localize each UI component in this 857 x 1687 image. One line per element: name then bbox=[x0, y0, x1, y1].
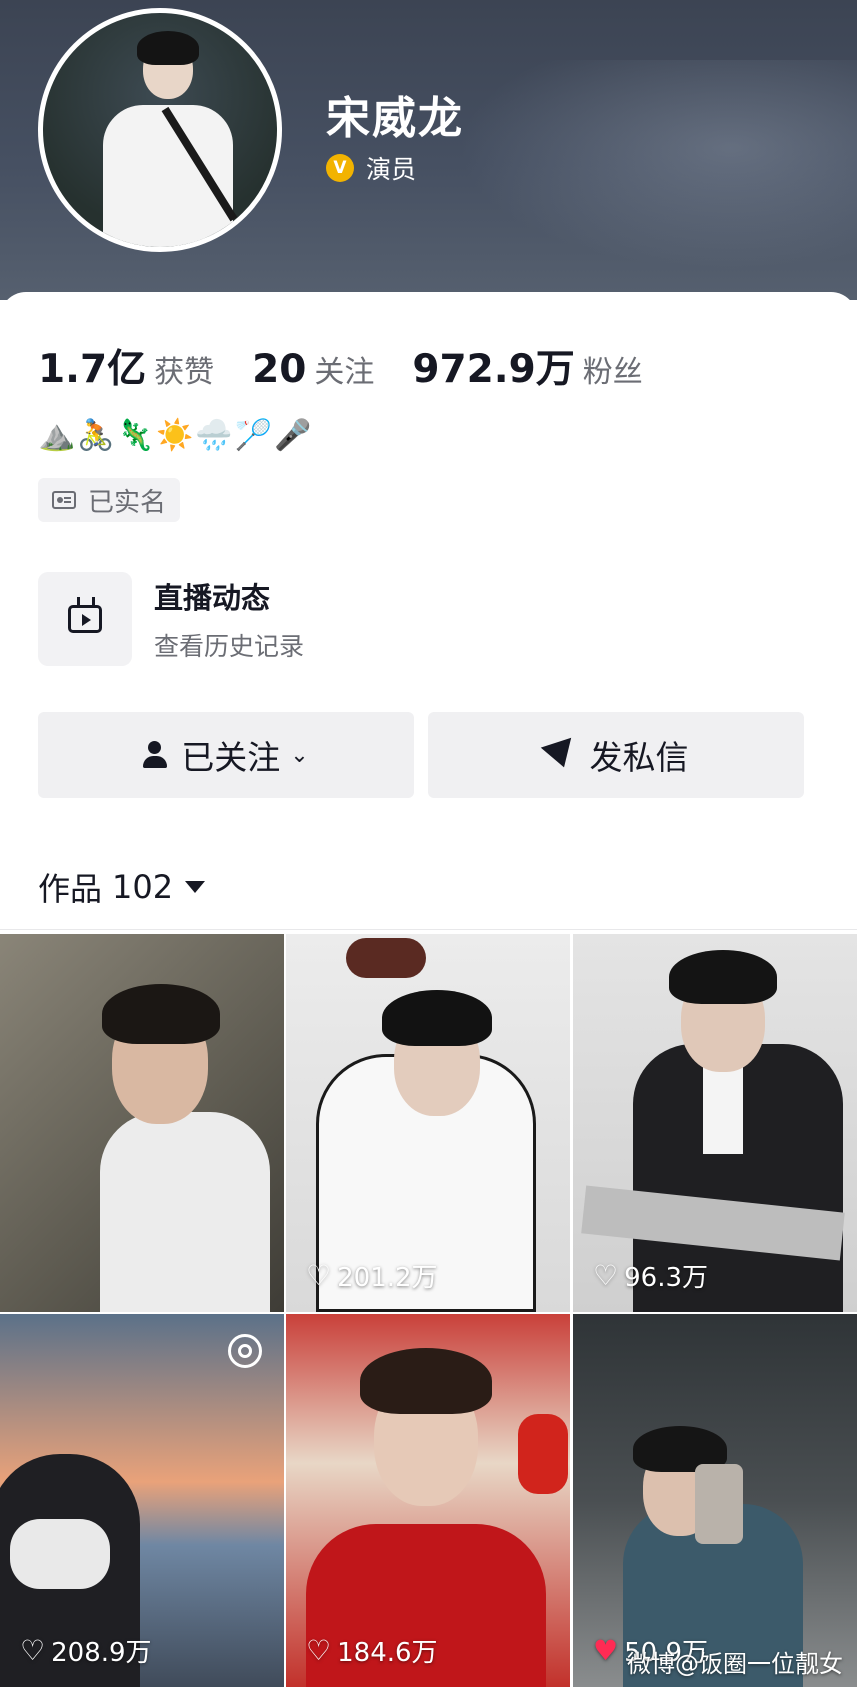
like-count: ♡ 201.2万 bbox=[306, 1259, 438, 1293]
thumbnail-shirt bbox=[100, 1112, 270, 1312]
likes-count[interactable]: 1.7亿 bbox=[38, 338, 146, 394]
works-count: 102 bbox=[112, 868, 174, 906]
id-card-icon bbox=[52, 491, 76, 509]
send-icon bbox=[540, 737, 579, 773]
divider bbox=[0, 929, 857, 930]
video-tile[interactable]: ♡ 184.6万 bbox=[286, 1314, 570, 1687]
like-count: ♡ 96.3万 bbox=[593, 1259, 709, 1293]
works-tab[interactable]: 作品 102 bbox=[38, 864, 206, 910]
following-button[interactable]: 已关注 ⌄ bbox=[38, 712, 414, 798]
likes-label[interactable]: 获赞 bbox=[154, 347, 214, 391]
heart-icon: ♡ bbox=[306, 1634, 332, 1667]
verified-icon: V bbox=[326, 154, 354, 182]
real-name-label: 已实名 bbox=[88, 487, 167, 518]
message-label: 发私信 bbox=[589, 738, 689, 777]
chevron-down-icon: ⌄ bbox=[290, 742, 309, 768]
works-label: 作品 bbox=[38, 870, 103, 908]
real-name-badge: 已实名 bbox=[38, 478, 181, 522]
watermark: 微博@饭圈一位靓女 bbox=[627, 1650, 843, 1678]
like-count: ♡ 184.6万 bbox=[306, 1634, 438, 1668]
caret-down-icon bbox=[185, 881, 206, 893]
followers-count[interactable]: 972.9万 bbox=[412, 338, 574, 394]
thumbnail-lantern bbox=[518, 1414, 568, 1494]
avatar-figure-hair bbox=[137, 31, 199, 65]
tv-icon bbox=[68, 605, 102, 633]
following-count[interactable]: 20 bbox=[252, 347, 306, 392]
thumbnail-phone bbox=[695, 1464, 743, 1544]
following-label: 已关注 bbox=[181, 738, 281, 777]
following-label[interactable]: 关注 bbox=[314, 347, 374, 391]
profile-name: 宋威龙 bbox=[326, 93, 464, 144]
live-photo-icon bbox=[228, 1334, 262, 1368]
user-check-icon bbox=[143, 741, 168, 769]
bio-emojis: ⛰️🚴🦎☀️🌧️🏸🎤 bbox=[38, 418, 314, 453]
heart-icon: ♡ bbox=[20, 1634, 46, 1667]
video-tile[interactable]: ♡ 201.2万 bbox=[286, 934, 570, 1312]
profile-role: 演员 bbox=[366, 155, 417, 184]
avatar[interactable] bbox=[38, 8, 282, 252]
live-title: 直播动态 bbox=[154, 581, 271, 615]
thumbnail-bottle bbox=[346, 938, 426, 978]
verification-row: V 演员 bbox=[326, 150, 416, 186]
heart-filled-icon: ♥ bbox=[593, 1634, 619, 1667]
thumbnail-hair bbox=[102, 984, 220, 1044]
message-button[interactable]: 发私信 bbox=[428, 712, 804, 798]
video-tile[interactable]: ♡ 208.9万 bbox=[0, 1314, 284, 1687]
thumbnail-hair bbox=[669, 950, 777, 1004]
thumbnail-mask bbox=[10, 1519, 110, 1589]
thumbnail-hair bbox=[382, 990, 492, 1046]
live-subtitle: 查看历史记录 bbox=[154, 632, 305, 661]
background-mist bbox=[437, 60, 857, 280]
heart-icon: ♡ bbox=[593, 1259, 619, 1292]
live-icon-box bbox=[38, 572, 132, 666]
live-history-entry[interactable]: 直播动态 查看历史记录 bbox=[38, 572, 304, 666]
thumbnail-hair bbox=[360, 1348, 492, 1414]
like-count: ♡ 208.9万 bbox=[20, 1634, 152, 1668]
video-tile[interactable]: ♥ 50.9万 微博@饭圈一位靓女 bbox=[573, 1314, 857, 1687]
video-tile[interactable]: ♡ 96.3万 bbox=[573, 934, 857, 1312]
video-tile[interactable] bbox=[0, 934, 284, 1312]
heart-icon: ♡ bbox=[306, 1259, 332, 1292]
stats-row: 1.7亿 获赞 20 关注 972.9万 粉丝 bbox=[38, 338, 681, 394]
followers-label[interactable]: 粉丝 bbox=[583, 347, 643, 391]
